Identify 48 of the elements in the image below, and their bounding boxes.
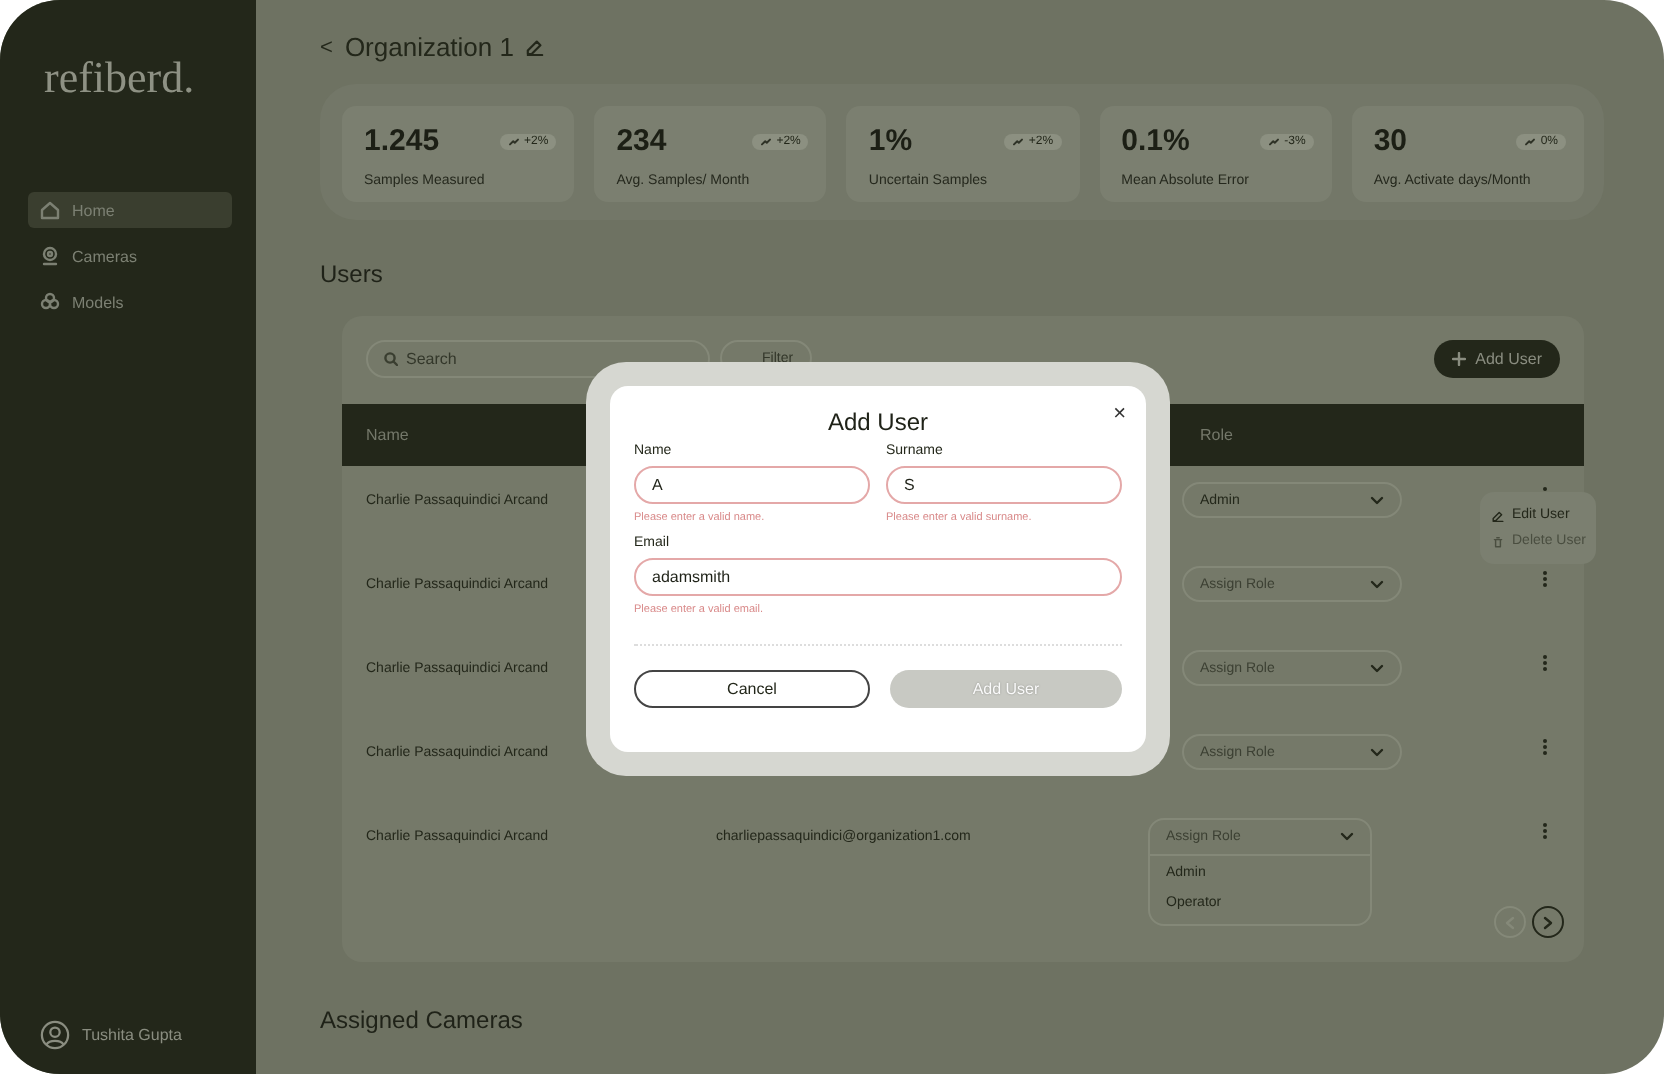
home-icon: [40, 200, 60, 220]
user-name: Tushita Gupta: [82, 1026, 182, 1044]
trash-icon: [1492, 535, 1504, 547]
stat-value: 1%: [868, 124, 913, 158]
nav-item[interactable]: Home: [28, 192, 232, 228]
column-header: Name: [366, 426, 411, 444]
chevron-down-icon: [1370, 579, 1384, 589]
trend-icon: [508, 137, 521, 145]
chevron-down-icon: [1370, 495, 1384, 505]
chevron-right-icon: [1542, 915, 1554, 929]
add-user-button[interactable]: Add User: [1433, 339, 1560, 377]
section-title: Assigned Cameras: [320, 1006, 525, 1034]
trend-icon: [1268, 137, 1281, 145]
input-field[interactable]: A: [634, 466, 870, 504]
back-button[interactable]: <: [320, 35, 333, 59]
stat-value: 0.1%: [1121, 124, 1190, 158]
dialog-title: Add User: [827, 408, 929, 436]
stat-value: 234: [616, 124, 667, 158]
chevron-down-icon: [1370, 663, 1384, 673]
column-header: Role: [1200, 426, 1235, 444]
trend-icon: [1012, 137, 1025, 145]
stat-value: 30: [1373, 124, 1407, 158]
plus-icon: [1451, 351, 1466, 365]
kebab-menu-icon[interactable]: [1542, 570, 1548, 588]
user-avatar-icon: [40, 1020, 70, 1050]
page-title: Organization 1: [344, 32, 514, 62]
chevron-down-icon: [1370, 747, 1384, 757]
pencil-icon: [1492, 509, 1504, 521]
input-field[interactable]: adamsmith: [634, 558, 1122, 596]
stat-value: 1.245: [364, 124, 440, 158]
cancel-button[interactable]: Cancel: [634, 670, 870, 708]
search-icon: [384, 351, 398, 365]
chevron-down-icon: [1340, 832, 1354, 842]
webcam-icon: [40, 246, 60, 266]
input-field[interactable]: S: [886, 466, 1122, 504]
kebab-menu-icon[interactable]: [1542, 654, 1548, 672]
pencil-icon[interactable]: [526, 38, 544, 56]
flower-icon: [40, 292, 60, 312]
next-page-button[interactable]: [1532, 906, 1564, 938]
trend-icon: [1524, 137, 1537, 145]
nav-item[interactable]: Models: [28, 284, 232, 320]
close-button[interactable]: ×: [1113, 402, 1126, 426]
trend-icon: [760, 137, 773, 145]
kebab-menu-icon[interactable]: [1542, 738, 1548, 756]
nav-item[interactable]: Cameras: [28, 238, 232, 274]
logo: refiberd.: [44, 52, 197, 104]
section-title: Users: [320, 260, 385, 288]
kebab-menu-icon[interactable]: [1542, 822, 1548, 840]
